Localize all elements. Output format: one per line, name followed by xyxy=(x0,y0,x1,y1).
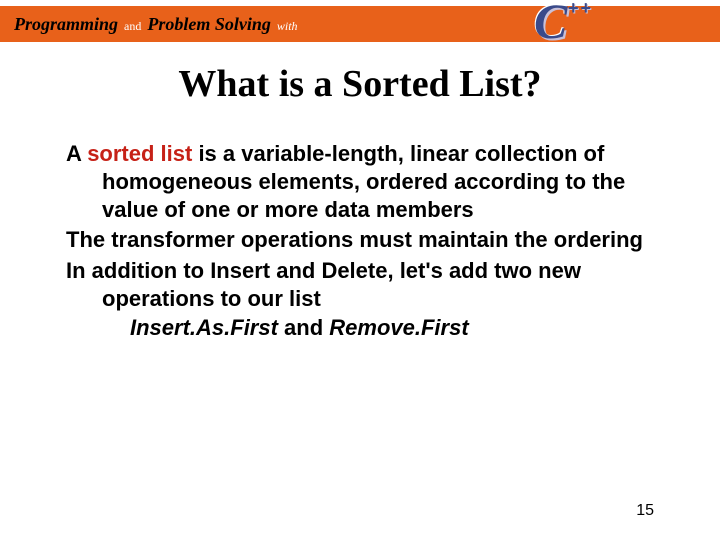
op-remove-first: Remove.First xyxy=(329,315,468,340)
p1-term-sorted-list: sorted list xyxy=(87,141,192,166)
header-banner: Programming and Problem Solving with C +… xyxy=(0,0,720,48)
page-number: 15 xyxy=(636,502,654,520)
paragraph-2: The transformer operations must maintain… xyxy=(66,226,658,254)
banner-word-and: and xyxy=(124,19,141,34)
logo-letter-c: C xyxy=(534,0,567,50)
op-insert-as-first: Insert.As.First xyxy=(130,315,278,340)
banner-word-programming: Programming xyxy=(14,14,118,35)
p1-lead: A xyxy=(66,141,87,166)
banner-strip: Programming and Problem Solving with xyxy=(0,6,720,42)
paragraph-1: A sorted list is a variable-length, line… xyxy=(66,140,658,224)
cpp-logo-icon: C ++ xyxy=(534,0,592,52)
banner-text: Programming and Problem Solving with xyxy=(14,14,298,35)
banner-word-with: with xyxy=(277,19,298,34)
slide-body: A sorted list is a variable-length, line… xyxy=(66,140,658,341)
paragraph-3: In addition to Insert and Delete, let's … xyxy=(66,257,658,313)
banner-word-problem-solving: Problem Solving xyxy=(147,14,271,35)
operations-line: Insert.As.First and Remove.First xyxy=(130,315,658,341)
logo-plus-plus: ++ xyxy=(568,0,593,19)
ops-and: and xyxy=(278,315,329,340)
slide-title: What is a Sorted List? xyxy=(0,62,720,106)
